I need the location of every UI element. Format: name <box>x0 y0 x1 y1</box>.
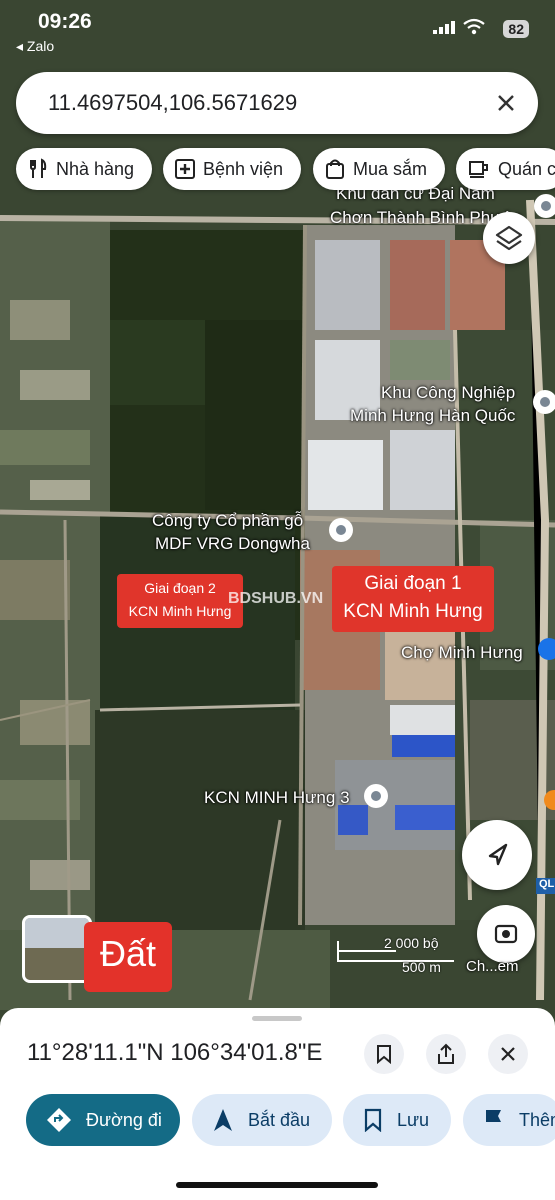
location-arrow-icon <box>488 843 508 866</box>
category-chips: Nhà hàng Bệnh viện Mua sắm Quán c <box>0 148 555 192</box>
cafe-icon <box>469 161 488 178</box>
lens-label[interactable]: Ch...em <box>466 956 519 978</box>
sheet-handle[interactable] <box>252 1016 302 1021</box>
chip-label: Quán c <box>498 158 555 179</box>
chip-cafes[interactable]: Quán c <box>456 148 555 190</box>
place-sheet[interactable]: 11°28'11.1"N 106°34'01.8"E Đường đi Bắt … <box>0 1008 555 1200</box>
shopping-icon <box>326 159 344 179</box>
home-indicator[interactable] <box>176 1182 378 1188</box>
bookmark-icon <box>364 1108 382 1132</box>
chip-hospitals[interactable]: Bệnh viện <box>163 148 301 190</box>
flag-icon <box>486 1110 501 1131</box>
wifi-icon <box>463 18 485 35</box>
phase1-annotation: Giai đoạn 1 KCN Minh Hưng <box>332 566 494 632</box>
place-label[interactable]: KCN MINH Hưng 3 <box>204 787 350 809</box>
my-location-button[interactable] <box>462 820 532 890</box>
action-label: Đường đi <box>86 1109 162 1130</box>
back-to-app[interactable]: ◂ Zalo <box>16 38 54 55</box>
place-label[interactable]: Chợ Minh Hưng <box>401 642 523 664</box>
status-bar: 09:26 ◂ Zalo 82 <box>0 0 555 60</box>
directions-icon <box>47 1108 71 1132</box>
place-label[interactable]: MDF VRG Dongwha <box>155 533 310 555</box>
restaurant-icon <box>30 158 47 178</box>
layers-icon <box>495 225 523 251</box>
save-icon-button[interactable] <box>364 1034 404 1074</box>
place-label[interactable]: Khu Công Nghiệp <box>381 382 515 404</box>
save-button[interactable]: Lưu <box>343 1094 451 1146</box>
action-label: Thêm <box>519 1109 555 1130</box>
chip-label: Mua sắm <box>353 158 428 179</box>
close-icon <box>501 1047 515 1061</box>
scale-imperial: 2 000 bộ <box>384 935 439 951</box>
shopping-pin-icon[interactable] <box>538 638 555 660</box>
place-pin-icon[interactable] <box>534 194 555 218</box>
lens-camera-icon <box>494 924 518 944</box>
dat-annotation: Đất <box>84 922 172 992</box>
street-view-thumbnail[interactable] <box>22 915 92 983</box>
phase1-line2: KCN Minh Hưng <box>343 601 483 622</box>
place-label[interactable]: Công ty Cổ phần gỗ <box>152 510 303 532</box>
action-label: Bắt đầu <box>248 1109 311 1130</box>
chip-label: Nhà hàng <box>56 158 135 179</box>
add-label-button[interactable]: Thêm <box>463 1094 555 1146</box>
place-pin-icon[interactable] <box>364 784 388 808</box>
action-label: Lưu <box>397 1109 430 1130</box>
phase1-line1: Giai đoạn 1 <box>364 573 462 594</box>
phase2-annotation: Giai đoạn 2 KCN Minh Hưng <box>117 574 243 628</box>
navigation-arrow-icon <box>214 1109 232 1131</box>
close-icon[interactable] <box>492 89 520 117</box>
phase2-line2: KCN Minh Hưng <box>128 603 232 619</box>
road-shield: QL <box>536 878 555 894</box>
place-label[interactable]: Minh Hưng Hàn Quốc <box>350 405 515 427</box>
phase2-line1: Giai đoạn 2 <box>144 580 216 596</box>
chip-restaurants[interactable]: Nhà hàng <box>16 148 152 190</box>
signal-icon <box>433 21 455 34</box>
chip-shopping[interactable]: Mua sắm <box>313 148 445 190</box>
bookmark-icon <box>377 1045 391 1064</box>
chip-label: Bệnh viện <box>203 158 284 179</box>
share-icon <box>438 1043 454 1064</box>
share-button[interactable] <box>426 1034 466 1074</box>
coordinates-title: 11°28'11.1"N 106°34'01.8"E <box>27 1039 323 1066</box>
directions-button[interactable]: Đường đi <box>26 1094 180 1146</box>
start-button[interactable]: Bắt đầu <box>192 1094 332 1146</box>
battery-indicator: 82 <box>503 20 529 38</box>
place-pin-icon[interactable] <box>329 518 353 542</box>
search-bar[interactable]: 11.4697504,106.5671629 <box>16 72 538 134</box>
clock: 09:26 <box>38 10 92 33</box>
place-pin-icon[interactable] <box>533 390 555 414</box>
layers-button[interactable] <box>483 212 535 264</box>
hospital-icon <box>175 159 195 179</box>
watermark: BDSHUB.VN <box>228 590 324 607</box>
scale-metric: 500 m <box>402 959 441 975</box>
search-query[interactable]: 11.4697504,106.5671629 <box>48 90 297 116</box>
close-sheet-button[interactable] <box>488 1034 528 1074</box>
lens-button[interactable] <box>477 905 535 963</box>
